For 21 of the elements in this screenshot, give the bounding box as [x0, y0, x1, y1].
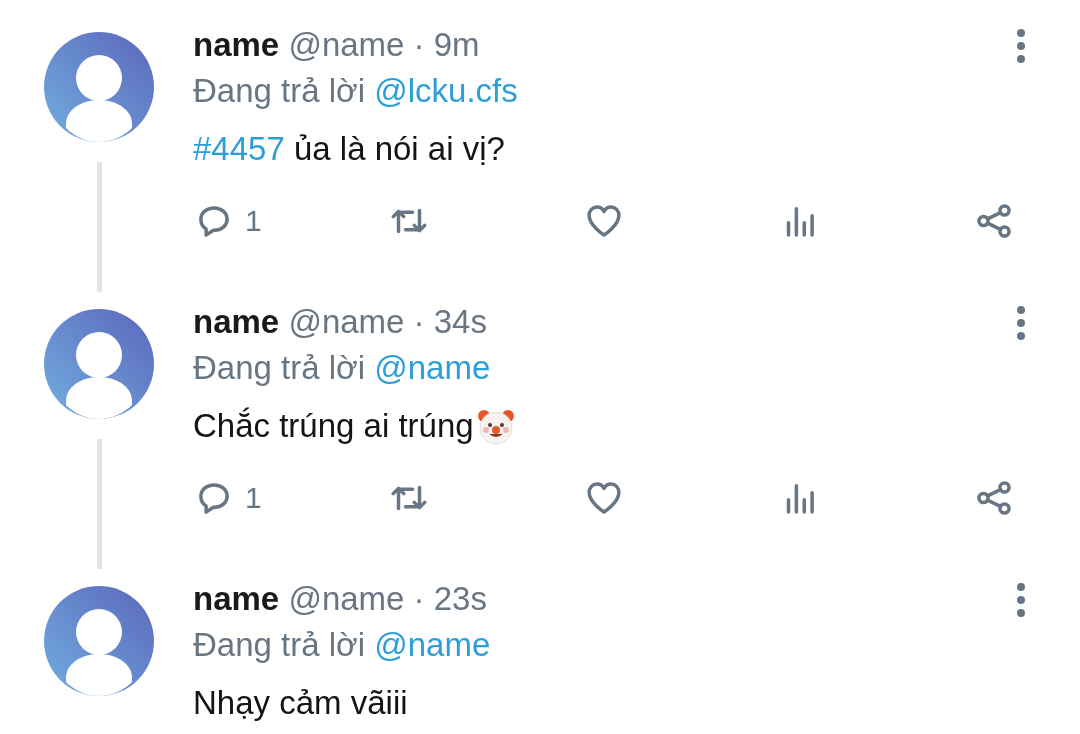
more-options-icon[interactable]	[1014, 305, 1028, 341]
reply-label: Đang trả lời	[193, 72, 367, 109]
avatar-silhouette-icon	[44, 309, 154, 419]
speech-bubble-button[interactable]: 1	[193, 477, 262, 519]
reply-label: Đang trả lời	[193, 349, 367, 386]
avatar-silhouette-icon	[44, 586, 154, 696]
hashtag-link[interactable]: #4457	[193, 130, 285, 167]
tweet-text: #4457 ủa là nói ai vị?	[193, 129, 505, 169]
reply-label: Đang trả lời	[193, 626, 367, 663]
tweet-header: name @name · 23s	[193, 579, 488, 619]
more-options-icon[interactable]	[1014, 582, 1028, 618]
mention-link[interactable]: @name	[374, 626, 491, 663]
more-options-icon[interactable]	[1014, 28, 1028, 64]
avatar-silhouette-icon	[44, 32, 154, 142]
tweet-text: Nhạy cảm vãiii	[193, 683, 408, 723]
tweet-text: Chắc trúng ai trúng	[193, 406, 474, 446]
tweet-header: name @name · 34s	[193, 302, 488, 342]
mention-link[interactable]: @name	[374, 349, 491, 386]
speech-bubble-button[interactable]: 1	[193, 200, 262, 242]
mention-link[interactable]: @lcku.cfs	[374, 72, 518, 109]
tweet-header: name @name · 9m	[193, 25, 481, 65]
